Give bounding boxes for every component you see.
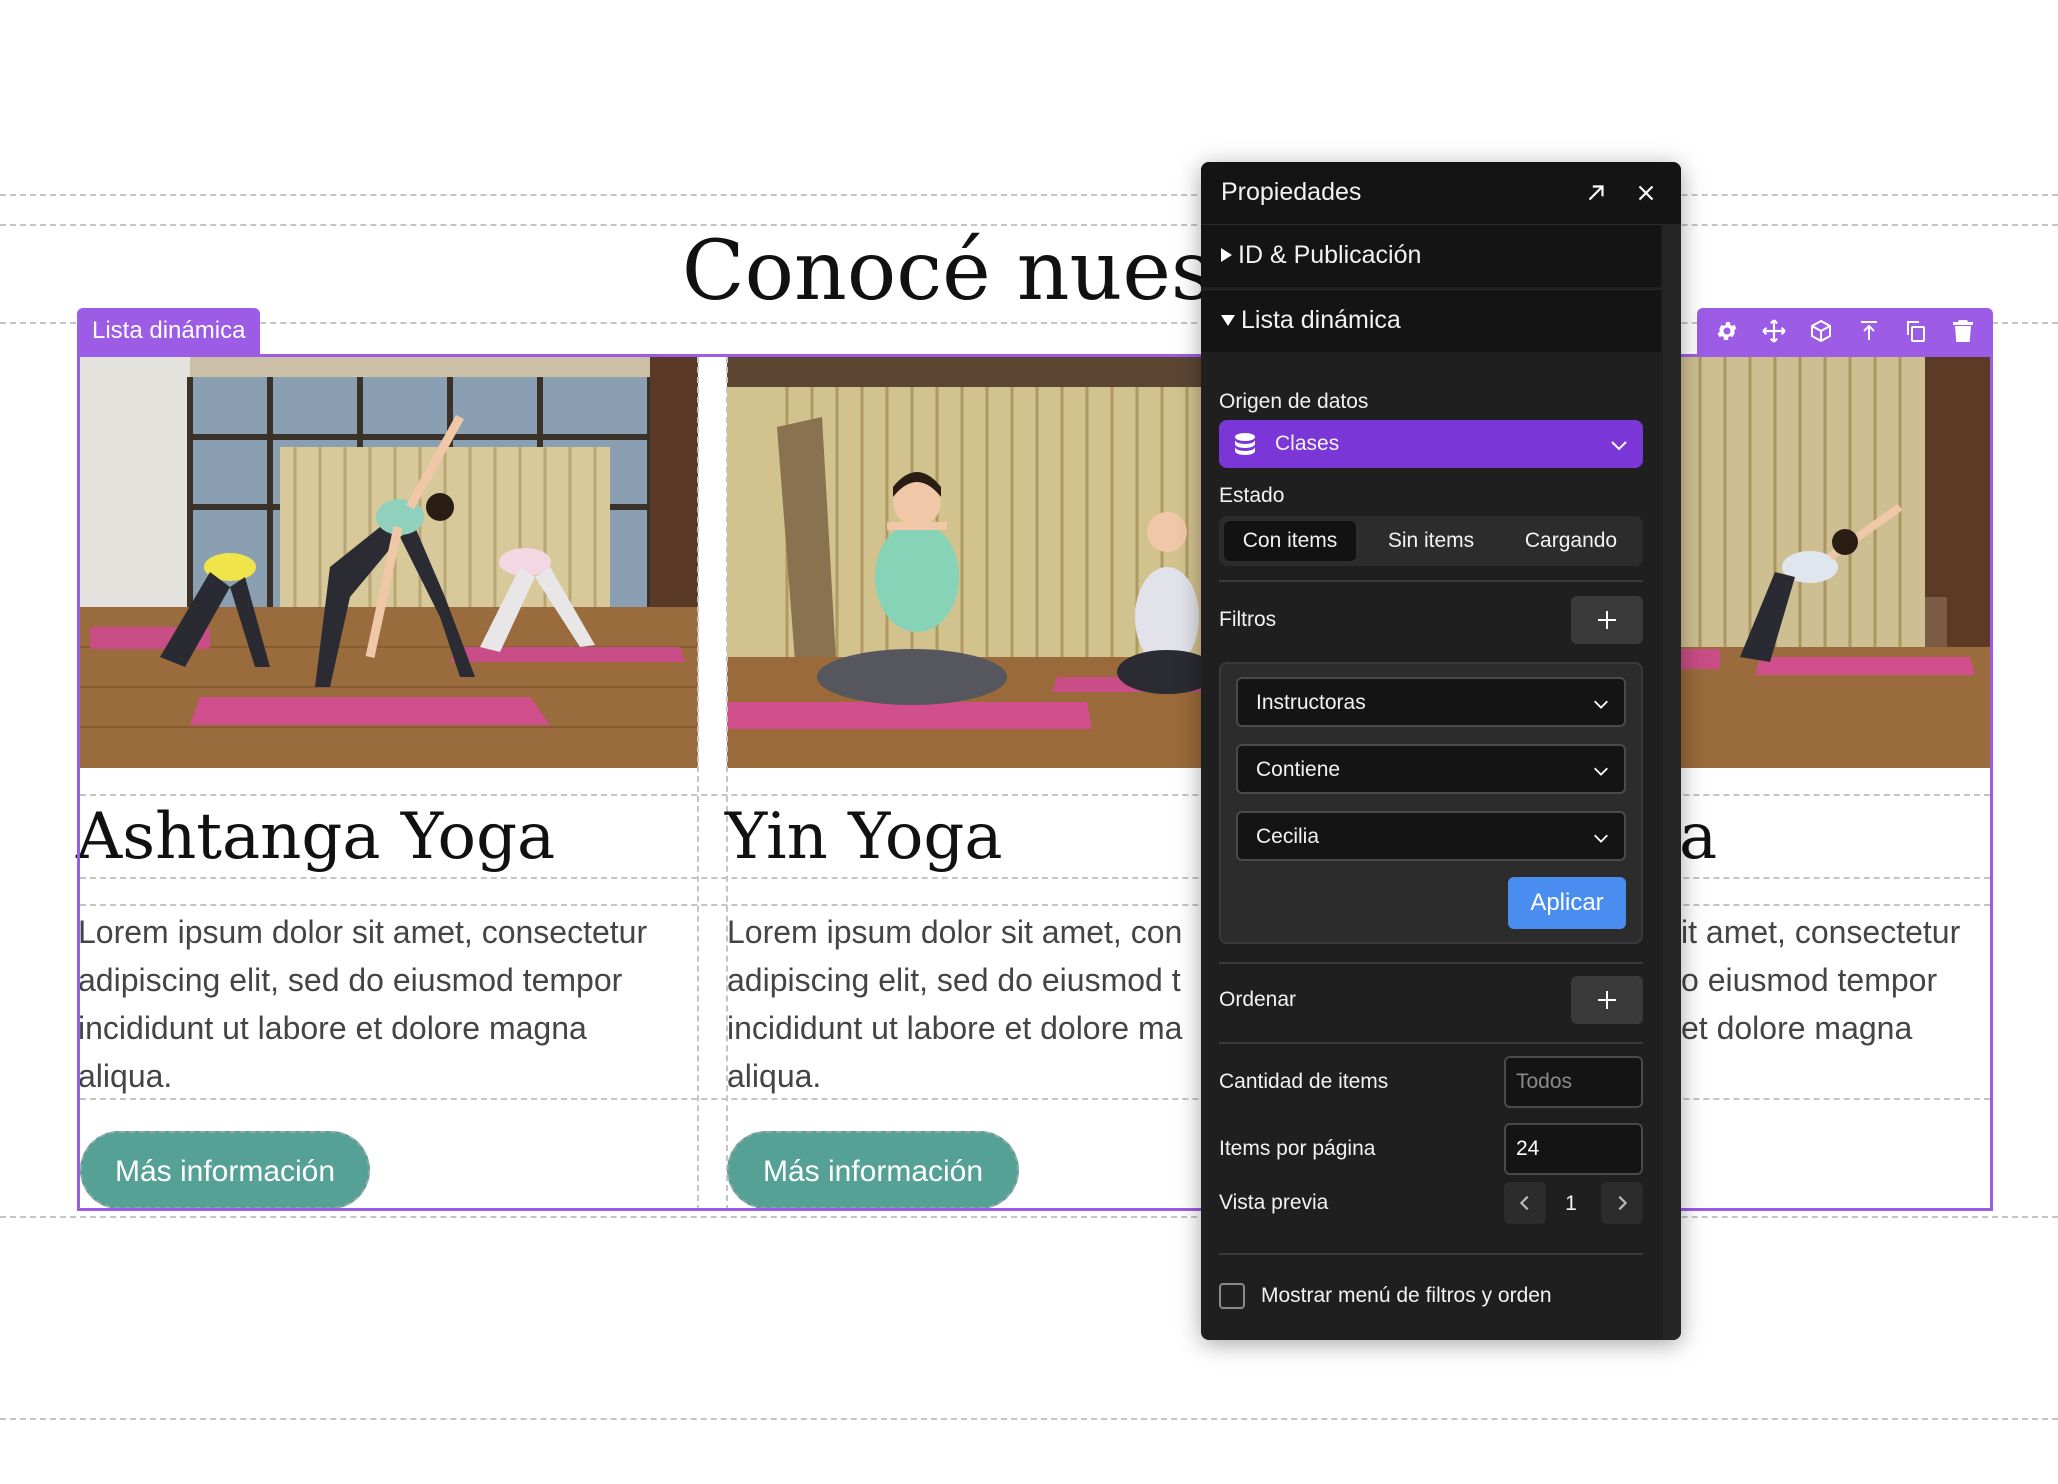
- cube-icon[interactable]: [1805, 315, 1837, 347]
- section-label: Lista dinámica: [1241, 306, 1401, 334]
- preview-next-button[interactable]: [1601, 1182, 1643, 1224]
- duplicate-icon[interactable]: [1900, 315, 1932, 347]
- divider: [1219, 1042, 1643, 1044]
- chevron-left-icon: [1519, 1195, 1529, 1211]
- database-icon: [1233, 432, 1257, 464]
- divider: [1219, 962, 1643, 964]
- element-toolbar: [1697, 308, 1993, 354]
- guide-line: [0, 1216, 2058, 1218]
- move-icon[interactable]: [1758, 315, 1790, 347]
- pop-out-icon[interactable]: [1583, 180, 1609, 206]
- move-to-top-icon[interactable]: [1853, 315, 1885, 347]
- state-option-no-items[interactable]: Sin items: [1365, 521, 1497, 561]
- filter-value-value: Cecilia: [1256, 825, 1320, 848]
- data-source-label: Origen de datos: [1219, 390, 1369, 413]
- section-label: ID & Publicación: [1238, 241, 1422, 269]
- trash-icon[interactable]: [1947, 315, 1979, 347]
- preview-prev-button[interactable]: [1504, 1182, 1546, 1224]
- filter-value-select[interactable]: Cecilia: [1236, 811, 1626, 861]
- state-segmented-control: Con items Sin items Cargando: [1219, 516, 1643, 566]
- data-source-dropdown[interactable]: Clases: [1219, 420, 1643, 468]
- show-menu-checkbox[interactable]: [1219, 1283, 1245, 1309]
- filter-group: Instructoras Contiene Cecilia Aplicar: [1219, 662, 1643, 944]
- divider: [1219, 1253, 1643, 1255]
- triangle-right-icon: [1221, 248, 1232, 262]
- filters-label: Filtros: [1219, 608, 1277, 631]
- add-sort-button[interactable]: [1571, 976, 1643, 1024]
- quantity-input[interactable]: Todos: [1504, 1056, 1643, 1108]
- preview-label: Vista previa: [1219, 1191, 1329, 1214]
- plus-icon: [1598, 991, 1616, 1009]
- per-page-input[interactable]: 24: [1504, 1123, 1643, 1175]
- add-filter-button[interactable]: [1571, 596, 1643, 644]
- gear-icon[interactable]: [1711, 315, 1743, 347]
- filter-field-value: Instructoras: [1256, 691, 1366, 714]
- data-source-value: Clases: [1275, 432, 1340, 455]
- state-label: Estado: [1219, 484, 1285, 507]
- filter-operator-value: Contiene: [1256, 758, 1341, 781]
- apply-filter-button[interactable]: Aplicar: [1508, 877, 1626, 929]
- section-dynamic-list[interactable]: Lista dinámica: [1201, 289, 1661, 352]
- panel-title: Propiedades: [1221, 178, 1362, 206]
- preview-page-number: 1: [1565, 1192, 1577, 1215]
- section-heading: Conocé nuestras: [681, 224, 1377, 319]
- triangle-down-icon: [1221, 315, 1235, 326]
- chevron-down-icon: [1609, 435, 1629, 461]
- chevron-down-icon: [1592, 695, 1610, 719]
- show-menu-label: Mostrar menú de filtros y orden: [1261, 1284, 1552, 1307]
- state-option-with-items[interactable]: Con items: [1224, 521, 1356, 561]
- properties-panel: Propiedades ID & Publicación Lista dinám…: [1201, 162, 1681, 1340]
- dynamic-list-selection[interactable]: [77, 354, 1993, 1211]
- panel-header: Propiedades: [1201, 162, 1681, 224]
- close-icon[interactable]: [1633, 180, 1659, 206]
- chevron-right-icon: [1618, 1195, 1628, 1211]
- plus-icon: [1598, 611, 1616, 629]
- filter-field-select[interactable]: Instructoras: [1236, 677, 1626, 727]
- chevron-down-icon: [1592, 762, 1610, 786]
- chevron-down-icon: [1592, 829, 1610, 853]
- guide-line: [0, 1418, 2058, 1420]
- section-id-publication[interactable]: ID & Publicación: [1201, 224, 1661, 287]
- filter-operator-select[interactable]: Contiene: [1236, 744, 1626, 794]
- sort-label: Ordenar: [1219, 988, 1297, 1011]
- guide-line: [0, 194, 2058, 196]
- panel-scrollbar[interactable]: [1663, 224, 1681, 1340]
- quantity-label: Cantidad de items: [1219, 1070, 1389, 1093]
- state-option-loading[interactable]: Cargando: [1505, 521, 1637, 561]
- dynamic-list-tag[interactable]: Lista dinámica: [77, 308, 261, 354]
- divider: [1219, 580, 1643, 582]
- per-page-label: Items por página: [1219, 1137, 1376, 1160]
